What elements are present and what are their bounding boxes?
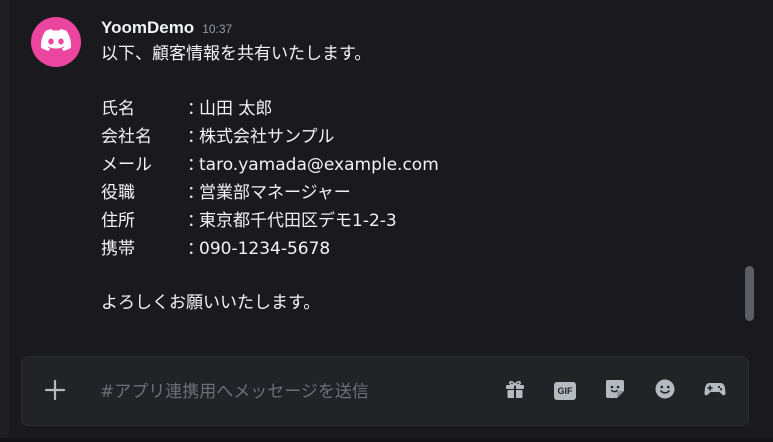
message-intro: 以下、顧客情報を共有いたします。 [101,44,372,64]
field-label: メール [101,155,152,175]
field-label: 会社名 [101,127,152,147]
composer-toolbar: GIF [502,378,728,404]
gif-icon: GIF [554,382,576,400]
sticker-button[interactable] [602,378,628,404]
bot-avatar[interactable] [31,17,81,67]
field-label: 氏名 [101,99,135,119]
emoji-button[interactable] [652,378,678,404]
field-value: 営業部マネージャー [199,183,351,203]
attach-plus-button[interactable] [40,377,70,407]
field-value: 東京都千代田区デモ1-2-3 [199,211,397,231]
username[interactable]: YoomDemo [101,18,194,38]
game-controller-icon [703,377,727,405]
sticker-icon [603,377,627,405]
gif-label: GIF [557,386,573,396]
message-composer: GIF [21,356,749,426]
field-value: taro.yamada@example.com [199,155,439,175]
chat-message: YoomDemo 10:37 以下、顧客情報を共有いたします。 氏名 ： 山田 … [0,0,773,340]
plus-icon [43,378,67,406]
field-label: 役職 [101,183,135,203]
gift-icon [503,377,527,405]
message-input[interactable] [100,377,490,407]
message-closing: よろしくお願いいたします。 [101,293,321,313]
timestamp[interactable]: 10:37 [202,22,232,36]
message-header: YoomDemo 10:37 [101,18,232,42]
field-value: 山田 太郎 [199,99,273,119]
field-value: 株式会社サンプル [199,127,335,147]
scrollbar-thumb[interactable] [745,266,754,321]
gif-button[interactable]: GIF [552,378,578,404]
activities-button[interactable] [702,378,728,404]
field-label: 住所 [101,211,135,231]
bottom-edge [0,438,773,442]
field-value: 090-1234-5678 [199,239,331,259]
gift-button[interactable] [502,378,528,404]
discord-logo-icon [40,29,72,55]
field-label: 携帯 [101,239,135,259]
emoji-icon [653,377,677,405]
